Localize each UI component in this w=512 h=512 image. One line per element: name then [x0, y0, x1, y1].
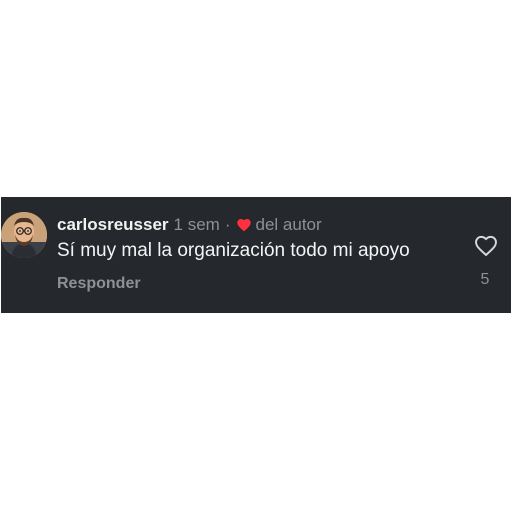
like-count: 5 [480, 271, 490, 288]
meta-separator: · [224, 215, 231, 234]
author-like-label: del autor [255, 215, 322, 234]
avatar[interactable] [1, 212, 47, 258]
username[interactable]: carlosreusser [57, 214, 169, 236]
reply-button[interactable]: Responder [57, 273, 141, 295]
heart-outline-icon [475, 235, 497, 256]
avatar-illustration-icon [1, 212, 47, 258]
comment-text: Sí muy mal la organización todo mi apoyo [57, 240, 410, 261]
like-button[interactable] [473, 233, 499, 259]
comment-card: carlosreusser 1 sem · del autor Sí muy m… [1, 197, 511, 313]
comment-time: 1 sem [173, 215, 220, 234]
comment-meta: carlosreusser 1 sem · del autor [57, 214, 322, 236]
heart-filled-icon [236, 217, 252, 233]
